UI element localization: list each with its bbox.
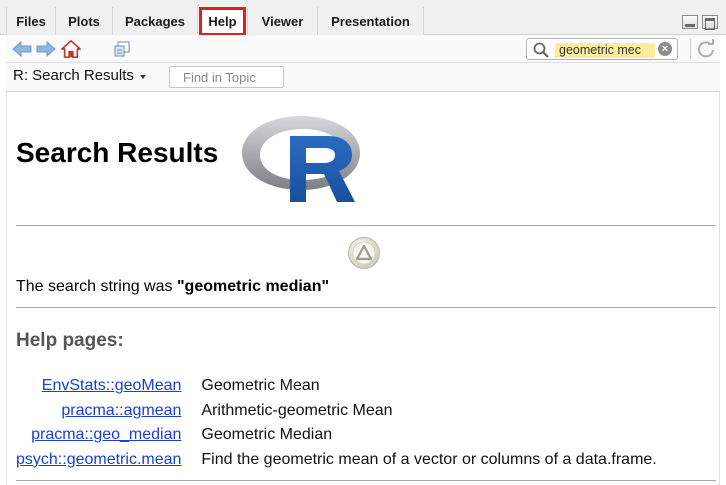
print-icon[interactable] (112, 39, 132, 59)
result-description: Geometric Median (201, 426, 333, 444)
topic-dropdown-label: R: Search Results (13, 67, 134, 84)
help-search-field[interactable]: geometric mec × (526, 38, 678, 60)
tab-presentation[interactable]: Presentation (318, 7, 424, 35)
home-icon[interactable] (61, 39, 81, 59)
up-arrow-icon[interactable] (347, 236, 381, 270)
result-link[interactable]: EnvStats::geoMean (42, 377, 182, 394)
arrow-left-icon[interactable] (12, 39, 32, 59)
tab-viewer[interactable]: Viewer (248, 7, 318, 35)
help-content: Search Results The search string was "ge… (6, 92, 720, 485)
result-description: Geometric Mean (201, 377, 320, 395)
table-row: pracma::geo_median Geometric Median (16, 423, 657, 448)
divider (16, 225, 716, 226)
table-row: EnvStats::geoMean Geometric Mean (16, 374, 657, 399)
help-results-table: EnvStats::geoMean Geometric Mean pracma:… (16, 374, 657, 472)
help-toolbar: geometric mec × (6, 35, 720, 63)
table-row: pracma::agmean Arithmetic-geometric Mean (16, 399, 657, 424)
maximize-pane-button[interactable] (702, 15, 718, 29)
toolbar-separator (690, 39, 691, 59)
search-string-prefix: The search string was (16, 278, 177, 295)
result-description: Arithmetic-geometric Mean (201, 401, 393, 419)
topic-dropdown[interactable]: R: Search Results (13, 67, 146, 84)
divider (16, 480, 716, 481)
result-link[interactable]: psych::geometric.mean (16, 451, 181, 468)
arrow-right-icon[interactable] (36, 39, 56, 59)
search-icon (533, 42, 549, 58)
pane-window-controls (682, 15, 718, 29)
divider (16, 307, 716, 308)
tab-plots[interactable]: Plots (56, 7, 113, 35)
r-logo-icon (242, 116, 360, 202)
caret-down-icon (139, 74, 146, 79)
minimize-pane-button[interactable] (682, 15, 698, 29)
tab-help[interactable]: Help (198, 7, 248, 35)
tab-files[interactable]: Files (6, 7, 56, 35)
find-in-topic-input[interactable] (169, 66, 284, 88)
page-title: Search Results (16, 137, 219, 168)
table-row: psych::geometric.mean Find the geometric… (16, 448, 657, 473)
tab-packages[interactable]: Packages (113, 7, 198, 35)
refresh-icon[interactable] (696, 39, 716, 59)
search-string-line: The search string was "geometric median" (16, 278, 329, 296)
search-input-value[interactable]: geometric mec (555, 43, 655, 58)
pane-tab-bar: Files Plots Packages Help Viewer Present… (0, 0, 726, 36)
result-link[interactable]: pracma::agmean (61, 402, 181, 419)
result-link[interactable]: pracma::geo_median (31, 426, 181, 443)
result-description: Find the geometric mean of a vector or c… (201, 450, 657, 468)
search-string-value: "geometric median" (176, 278, 330, 295)
section-heading: Help pages: (16, 330, 124, 351)
clear-search-icon[interactable]: × (658, 42, 672, 56)
help-topic-bar: R: Search Results (6, 63, 720, 92)
